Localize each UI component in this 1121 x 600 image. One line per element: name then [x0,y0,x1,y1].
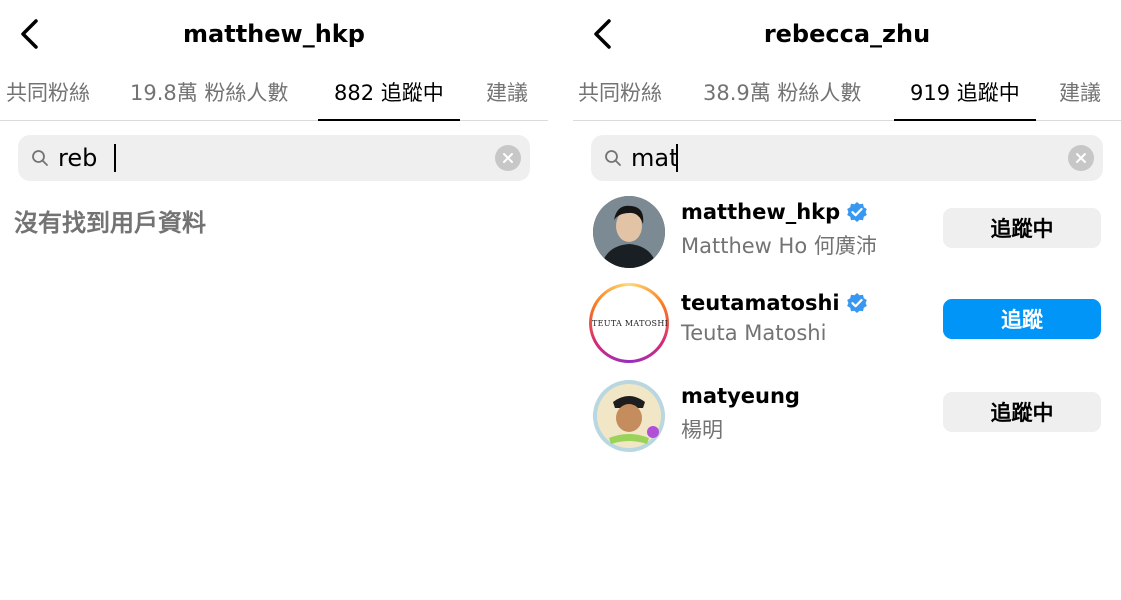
text-cursor [114,144,116,172]
search-input[interactable] [58,141,358,175]
story-ring[interactable]: TEUTA MATOSHI [589,283,669,363]
back-chevron-icon [21,19,38,49]
username-link[interactable]: teutamatoshi [681,291,868,315]
tab-suggestions[interactable]: 建議 [1059,72,1101,120]
user-result-row[interactable]: matyeung 楊明 追蹤中 [573,376,1121,456]
profile-title: matthew_hkp [183,20,365,48]
avatar[interactable] [593,196,665,268]
search-bar [591,135,1103,181]
search-icon [32,150,48,166]
tab-suggestions[interactable]: 建議 [486,72,528,120]
avatar-logo-text: TEUTA MATOSHI [592,319,669,328]
verified-badge-icon [846,293,867,313]
full-name: Matthew Ho 何廣沛 [681,234,877,258]
text-cursor [676,144,678,172]
tab-mutual-followers[interactable]: 共同粉絲 [578,72,662,120]
tab-following[interactable]: 882 追蹤中 [318,72,460,121]
user-result-row[interactable]: matthew_hkp Matthew Ho 何廣沛 追蹤中 [573,192,1121,272]
back-chevron-icon [594,19,611,49]
username: teutamatoshi [681,291,840,315]
tab-followers[interactable]: 19.8萬 粉絲人數 [130,72,288,120]
back-button[interactable] [585,16,619,52]
avatar-portrait-illustration [593,380,665,452]
username-link[interactable]: matthew_hkp [681,200,868,224]
username: matyeung [681,384,800,408]
following-button[interactable]: 追蹤中 [943,208,1101,248]
avatar[interactable] [593,380,665,452]
avatar-portrait-illustration [593,196,665,268]
tab-following[interactable]: 919 追蹤中 [894,72,1036,121]
profile-title: rebecca_zhu [763,20,931,48]
follow-button[interactable]: 追蹤 [943,299,1101,339]
tab-bar: 共同粉絲 38.9萬 粉絲人數 919 追蹤中 建議 [573,72,1121,121]
full-name: 楊明 [681,418,723,442]
left-following-screen: matthew_hkp 共同粉絲 19.8萬 粉絲人數 882 追蹤中 建議 沒… [0,0,548,600]
right-following-screen: rebecca_zhu 共同粉絲 38.9萬 粉絲人數 919 追蹤中 建議 m… [573,0,1121,600]
username: matthew_hkp [681,200,841,224]
user-result-row[interactable]: TEUTA MATOSHI teutamatoshi Teuta Matoshi… [573,283,1121,363]
search-icon [605,150,621,166]
clear-icon [503,153,513,163]
following-button[interactable]: 追蹤中 [943,392,1101,432]
username-link[interactable]: matyeung [681,384,800,408]
clear-icon [1076,153,1086,163]
search-bar [18,135,530,181]
tab-bar: 共同粉絲 19.8萬 粉絲人數 882 追蹤中 建議 [0,72,548,121]
tab-mutual-followers[interactable]: 共同粉絲 [6,72,90,120]
clear-search-button[interactable] [1068,145,1094,171]
full-name: Teuta Matoshi [681,321,827,345]
back-button[interactable] [12,16,46,52]
tab-followers[interactable]: 38.9萬 粉絲人數 [703,72,861,120]
verified-badge-icon [847,202,867,222]
no-results-message: 沒有找到用戶資料 [14,209,206,237]
clear-search-button[interactable] [495,145,521,171]
